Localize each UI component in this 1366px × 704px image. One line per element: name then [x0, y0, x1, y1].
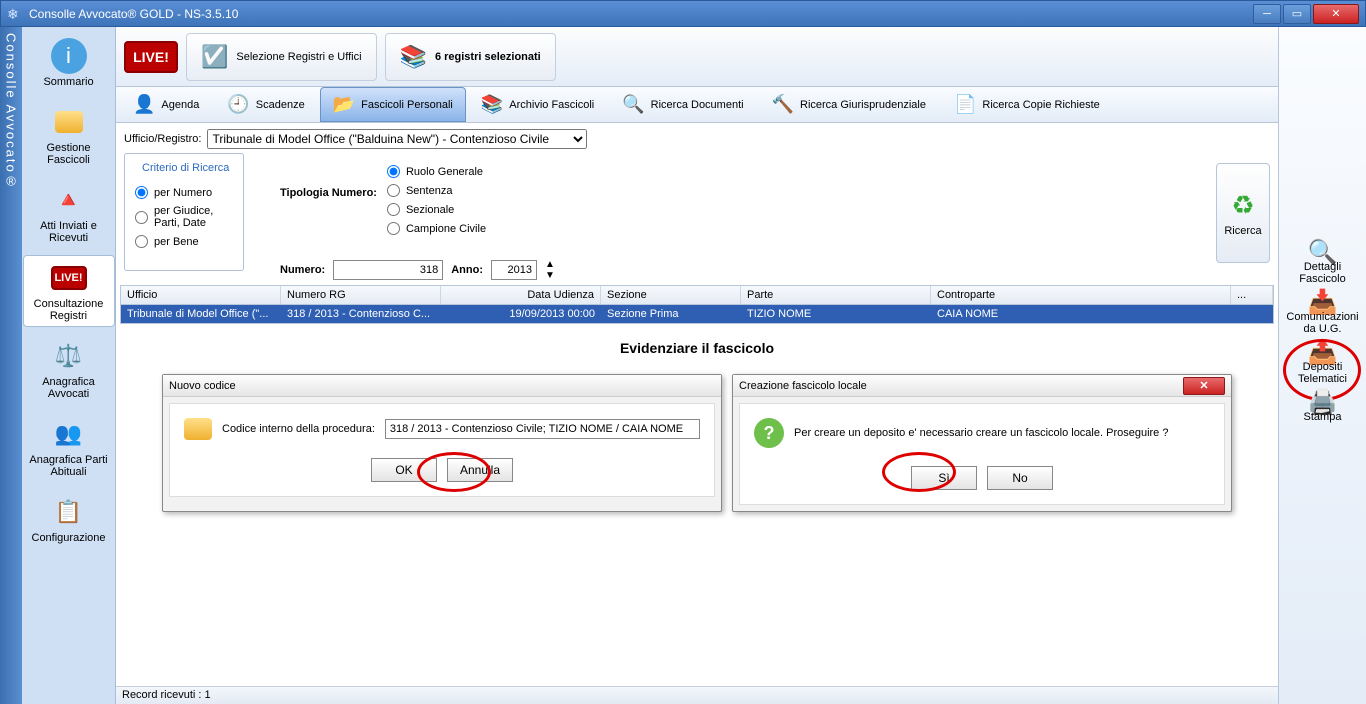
app-icon: ❄: [7, 6, 23, 22]
crit-bene[interactable]: per Bene: [135, 235, 233, 248]
doc-icon: 📄: [954, 94, 976, 115]
table-row[interactable]: Tribunale di Model Office ("... 318 / 20…: [121, 305, 1273, 323]
nuovo-codice-dialog: Nuovo codice Codice interno della proced…: [162, 374, 722, 512]
close-button[interactable]: ✕: [1313, 4, 1359, 24]
ok-button[interactable]: OK: [371, 458, 437, 482]
ufficio-label: Ufficio/Registro:: [124, 133, 201, 145]
tip-sentenza[interactable]: Sentenza: [387, 184, 486, 197]
maximize-button[interactable]: ▭: [1283, 4, 1311, 24]
evidenziare-label: Evidenziare il fascicolo: [116, 340, 1278, 356]
selezione-registri-button[interactable]: ☑️Selezione Registri e Uffici: [186, 33, 377, 81]
tip-ruolo[interactable]: Ruolo Generale: [387, 165, 486, 178]
dlg2-close-button[interactable]: ✕: [1183, 377, 1225, 395]
folder-search-icon: 📂: [333, 94, 355, 115]
tab-archivio[interactable]: 📚Archivio Fascicoli: [468, 87, 607, 122]
sidebar: iSommario Gestione Fascicoli 🔺Atti Invia…: [22, 27, 116, 704]
anno-input[interactable]: [491, 260, 537, 280]
crit-giudice[interactable]: per Giudice, Parti, Date: [135, 205, 233, 229]
clock-icon: 🕘: [227, 94, 249, 115]
ufficio-select[interactable]: Tribunale di Model Office ("Balduina New…: [207, 129, 587, 149]
results-table: Ufficio Numero RG Data Udienza Sezione P…: [120, 285, 1274, 324]
gavel-icon: 🔨: [772, 94, 794, 115]
question-icon: ?: [754, 418, 784, 448]
annulla-button[interactable]: Annulla: [447, 458, 513, 482]
topbar: LIVE! ☑️Selezione Registri e Uffici 📚6 r…: [116, 27, 1278, 87]
tab-ricerca-doc[interactable]: 🔍Ricerca Documenti: [609, 87, 756, 122]
inbox-icon: 📥: [1283, 297, 1363, 309]
dlg1-title: Nuovo codice: [169, 380, 236, 392]
ricerca-button[interactable]: ♻Ricerca: [1216, 163, 1270, 263]
statusbar: Record ricevuti : 1: [116, 686, 1278, 704]
comunicazioni-button[interactable]: 📥Comunicazioni da U.G.: [1281, 295, 1365, 337]
live-badge: LIVE!: [124, 41, 178, 73]
crit-numero[interactable]: per Numero: [135, 186, 233, 199]
anno-stepper-icon[interactable]: ▲▼: [545, 259, 555, 281]
tipologia-label: Tipologia Numero:: [280, 187, 377, 199]
table-header: Ufficio Numero RG Data Udienza Sezione P…: [121, 286, 1273, 305]
anno-label: Anno:: [451, 264, 483, 276]
tab-fascicoli[interactable]: 📂Fascicoli Personali: [320, 87, 466, 122]
tab-agenda[interactable]: 👤Agenda: [120, 87, 212, 122]
sidebar-item-consultazione[interactable]: LIVE!Consultazione Registri: [23, 255, 115, 327]
codice-label: Codice interno della procedura:: [222, 423, 375, 435]
search-doc-icon: 🔍: [622, 94, 644, 115]
rightbar: 🔍Dettagli Fascicolo 📥Comunicazioni da U.…: [1278, 27, 1366, 704]
sidebar-item-atti[interactable]: 🔺Atti Inviati e Ricevuti: [23, 177, 115, 249]
dettagli-fascicolo-button[interactable]: 🔍Dettagli Fascicolo: [1281, 245, 1365, 287]
sidebar-item-sommario[interactable]: iSommario: [23, 33, 115, 93]
sidebar-item-gestione[interactable]: Gestione Fascicoli: [23, 99, 115, 171]
tip-campione[interactable]: Campione Civile: [387, 222, 486, 235]
no-button[interactable]: No: [987, 466, 1053, 490]
checklist-icon: ☑️: [201, 44, 228, 70]
main: LIVE! ☑️Selezione Registri e Uffici 📚6 r…: [116, 27, 1278, 704]
refresh-icon: ♻: [1231, 190, 1254, 221]
tip-sezionale[interactable]: Sezionale: [387, 203, 486, 216]
sidebar-item-anagrafica-avv[interactable]: ⚖️Anagrafica Avvocati: [23, 333, 115, 405]
sidebar-item-anagrafica-parti[interactable]: 👥Anagrafica Parti Abituali: [23, 411, 115, 483]
print-icon: 🖨️: [1283, 397, 1363, 409]
tab-copie[interactable]: 📄Ricerca Copie Richieste: [941, 87, 1113, 122]
detail-icon: 🔍: [1283, 247, 1363, 259]
registri-count: 📚6 registri selezionati: [385, 33, 556, 81]
si-button[interactable]: Sì: [911, 466, 977, 490]
tab-giurisprudenza[interactable]: 🔨Ricerca Giurisprudenziale: [759, 87, 939, 122]
subtabs: 👤Agenda 🕘Scadenze 📂Fascicoli Personali 📚…: [116, 87, 1278, 123]
numero-input[interactable]: [333, 260, 443, 280]
criterio-legend: Criterio di Ricerca: [139, 162, 232, 174]
folder-star-icon: [184, 418, 212, 440]
stampa-button[interactable]: 🖨️Stampa: [1281, 395, 1365, 425]
window-title: Consolle Avvocato® GOLD - NS-3.5.10: [29, 7, 1253, 21]
tab-scadenze[interactable]: 🕘Scadenze: [214, 87, 317, 122]
dlg2-title: Creazione fascicolo locale: [739, 380, 867, 392]
dlg2-text: Per creare un deposito e' necessario cre…: [794, 427, 1168, 439]
archive-icon: 📚: [481, 94, 503, 115]
codice-input[interactable]: [385, 419, 700, 439]
minimize-button[interactable]: ─: [1253, 4, 1281, 24]
sidebar-item-config[interactable]: 📋Configurazione: [23, 489, 115, 549]
folder-icon: [55, 111, 83, 133]
upload-icon: 📤: [1283, 347, 1363, 359]
left-rail: Consolle Avvocato®: [0, 27, 22, 704]
books-icon: 📚: [400, 44, 427, 70]
titlebar: ❄ Consolle Avvocato® GOLD - NS-3.5.10 ─ …: [0, 0, 1366, 27]
depositi-telematici-button[interactable]: 📤Depositi Telematici: [1281, 345, 1365, 387]
numero-label: Numero:: [280, 264, 325, 276]
creazione-fascicolo-dialog: Creazione fascicolo locale ✕ ? Per creare…: [732, 374, 1232, 512]
user-icon: 👤: [133, 94, 155, 115]
